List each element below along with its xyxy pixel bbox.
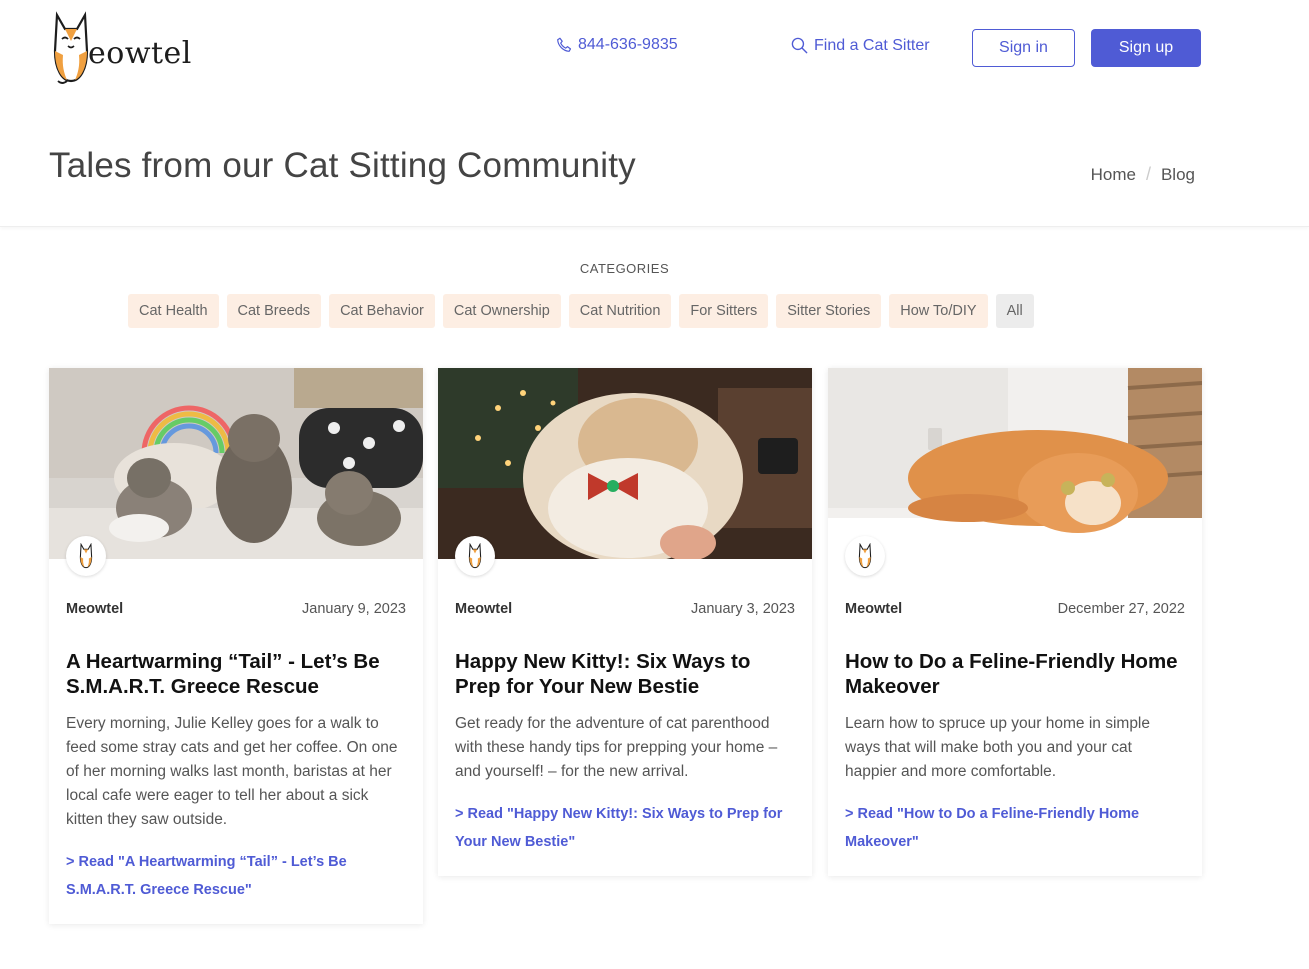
post-date: January 9, 2023 [302, 601, 406, 617]
phone-link[interactable]: 844-636-9835 [555, 36, 678, 54]
author-avatar [455, 536, 495, 576]
read-more-link[interactable]: > Read "Happy New Kitty!: Six Ways to Pr… [455, 800, 795, 856]
search-icon [791, 37, 808, 54]
orange-cat-photo [828, 368, 1202, 559]
page-title: Tales from our Cat Sitting Community [49, 146, 636, 185]
site-header: eowtel 844-636-9835 Find a Cat Sitter Si… [0, 0, 1309, 96]
post-date: January 3, 2023 [691, 601, 795, 617]
post-image[interactable] [828, 368, 1202, 559]
category-chips: Cat Health Cat Breeds Cat Behavior Cat O… [128, 294, 1034, 328]
breadcrumb-separator: / [1145, 164, 1151, 184]
categories-heading: CATEGORIES [579, 261, 670, 276]
post-date: December 27, 2022 [1057, 601, 1185, 617]
category-chip[interactable]: Cat Health [128, 294, 219, 328]
blog-post-card: Meowtel December 27, 2022 How to Do a Fe… [828, 368, 1202, 876]
category-chip[interactable]: How To/DIY [889, 294, 988, 328]
blog-post-card: Meowtel January 3, 2023 Happy New Kitty!… [438, 368, 812, 876]
breadcrumb: Home / Blog [1091, 164, 1195, 185]
blog-post-card: Meowtel January 9, 2023 A Heartwarming “… [49, 368, 423, 924]
sign-up-button[interactable]: Sign up [1091, 29, 1201, 67]
post-title[interactable]: How to Do a Feline-Friendly Home Makeove… [845, 649, 1185, 699]
cat-avatar-icon [468, 543, 482, 569]
category-chip[interactable]: Cat Behavior [329, 294, 435, 328]
find-sitter-link[interactable]: Find a Cat Sitter [790, 36, 930, 55]
post-title[interactable]: Happy New Kitty!: Six Ways to Prep for Y… [455, 649, 795, 699]
category-chip[interactable]: Sitter Stories [776, 294, 882, 328]
read-more-link[interactable]: > Read "A Heartwarming “Tail” - Let’s Be… [66, 848, 406, 904]
breadcrumb-blog: Blog [1160, 164, 1195, 184]
author-avatar [845, 536, 885, 576]
post-author: Meowtel [455, 601, 513, 617]
category-chip[interactable]: Cat Nutrition [568, 294, 672, 328]
read-more-link[interactable]: > Read "How to Do a Feline-Friendly Home… [845, 800, 1185, 856]
post-excerpt: Get ready for the adventure of cat paren… [455, 715, 778, 780]
find-sitter-label: Find a Cat Sitter [814, 36, 930, 54]
post-excerpt: Every morning, Julie Kelley goes for a w… [66, 715, 398, 828]
category-chip[interactable]: For Sitters [679, 294, 769, 328]
post-image[interactable] [49, 368, 423, 559]
post-title[interactable]: A Heartwarming “Tail” - Let’s Be S.M.A.R… [66, 649, 406, 699]
brand-name: eowtel [88, 36, 192, 71]
phone-icon [557, 37, 572, 52]
kittens-photo [49, 368, 423, 559]
cat-avatar-icon [858, 543, 872, 569]
category-chip[interactable]: Cat Breeds [226, 294, 322, 328]
cat-avatar-icon [79, 543, 93, 569]
author-avatar [66, 536, 106, 576]
breadcrumb-home-link[interactable]: Home [1091, 165, 1136, 185]
cat-logo-icon [53, 11, 89, 84]
phone-number: 844-636-9835 [578, 36, 678, 53]
post-author: Meowtel [66, 601, 124, 617]
category-chip-all[interactable]: All [995, 294, 1034, 328]
brand-logo[interactable]: eowtel [52, 11, 192, 85]
page-title-band: Tales from our Cat Sitting Community Hom… [0, 96, 1309, 227]
post-excerpt: Learn how to spruce up your home in simp… [845, 715, 1150, 780]
category-chip[interactable]: Cat Ownership [442, 294, 561, 328]
post-image[interactable] [438, 368, 812, 559]
sign-in-button[interactable]: Sign in [972, 29, 1075, 67]
post-author: Meowtel [845, 601, 903, 617]
cat-bowtie-photo [438, 368, 812, 559]
